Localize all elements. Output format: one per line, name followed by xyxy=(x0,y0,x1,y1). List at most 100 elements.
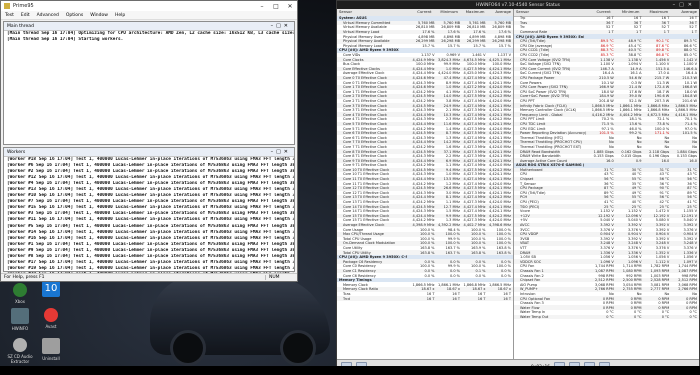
sensor-row[interactable]: CPU Core Power (SVI2 TFN) 166.9 W 21.4 W 17… xyxy=(514,84,699,90)
taskbar[interactable] xyxy=(0,366,700,375)
sensor-row[interactable]: Motherboard 31 °C 30 °C 31 °C 31 °C xyxy=(514,167,699,173)
subwindow-controls[interactable]: –□✕ xyxy=(271,149,294,155)
sensor-row[interactable]: Core 11 T0 Effective Clock 4,424.4 MHz 13.… xyxy=(337,176,513,182)
sensor-row[interactable]: Core 6 T1 Effective Clock 4,424.3 MHz 1.3 … xyxy=(337,135,513,140)
menu-help[interactable]: Help xyxy=(115,13,125,18)
sensor-row[interactable]: CPU EDC Limit 97.1 % 46.0 % 100.0 % 97.0 % xyxy=(514,126,699,131)
prime95-titlebar[interactable]: Prime95 – □ ✕ xyxy=(1,1,297,11)
sensor-row[interactable]: Power Reporting Deviation (Accuracy) 101.… xyxy=(514,130,699,136)
sensor-row[interactable]: Core 15 T0 Effective Clock 4,424.4 MHz 9.9… xyxy=(337,213,513,219)
col-sensor[interactable]: Sensor xyxy=(514,9,584,16)
sensor-row[interactable]: Average Active Core Count 16.0 0.9 16.0 16.0 xyxy=(514,158,699,163)
col-maximum[interactable]: Maximum xyxy=(642,9,671,16)
sensor-row[interactable]: Core 4 T1 Effective Clock 4,424.3 MHz 2.3 … xyxy=(337,117,513,122)
sensor-row[interactable]: +12V 12.192 V 12.096 V 12.192 V 12.191 V xyxy=(514,213,699,219)
sensor-row[interactable]: Core C0 Residency 100.0 % 99.9 % 100.0 % 100… xyxy=(337,264,513,269)
menu-window[interactable]: Window xyxy=(90,13,108,18)
sensor-row[interactable]: Core 9 T0 Effective Clock 4,424.4 MHz 6.9 … xyxy=(337,158,513,163)
sensor-row[interactable]: CPU (PECI) 41 °C 40 °C 42 °C 41 °C xyxy=(514,200,699,205)
col-average[interactable]: Average xyxy=(670,9,699,16)
sensor-row[interactable]: Core 14 T1 Effective Clock 4,424.3 MHz 1.5… xyxy=(337,209,513,214)
sensor-row[interactable]: Chassis Fan 3 0 RPM 0 RPM 0 RPM 0 RPM xyxy=(514,301,699,306)
sensor-row[interactable]: Virtual Memory Available 26,810 MB 26,809 … xyxy=(337,25,513,30)
sensor-row[interactable]: CPU (Tctl/Tdie) 89.5 °C 48.9 °C 90.1 °C 89.3… xyxy=(514,38,699,44)
sensor-row[interactable]: Core C1 Residency 0.0 % 0.0 % 0.1 % 0.0 % xyxy=(337,268,513,274)
sensor-row[interactable]: Core 0 T1 Effective Clock 4,424.3 MHz 8.9 … xyxy=(337,80,513,85)
sensor-row[interactable]: Core+SoC Power (SVI2 TFN) 184.9 W 39.0 W 19… xyxy=(514,94,699,99)
close-icon[interactable]: ✕ xyxy=(283,3,297,10)
desktop-icon-10[interactable]: 10 xyxy=(36,281,66,299)
menu-options[interactable]: Options xyxy=(66,13,83,18)
sensor-row[interactable]: AVCC 3.392 V 3.392 V 3.392 V 3.392 V xyxy=(514,222,699,228)
desktop-icon-cd-audio[interactable]: SZ CD Audio Extractor xyxy=(5,338,35,364)
sensor-row[interactable]: Physical Memory Used 4,898 MB 4,898 MB 4,89… xyxy=(337,34,513,39)
sensor-row[interactable]: Core 3 T1 Effective Clock 4,424.3 MHz 2.1 … xyxy=(337,108,513,113)
sensor-row[interactable]: PCH 56 °C 55 °C 56 °C 56 °C xyxy=(514,195,699,200)
sensor-row[interactable]: Thermal Throttling (HTC) No No No No xyxy=(514,135,699,140)
sensor-row[interactable]: 1.05V SB 1.056 V 1.056 V 1.056 V 1.056 V xyxy=(514,255,699,260)
sensor-row[interactable]: Core 2 T0 Effective Clock 4,424.5 MHz 14.0… xyxy=(337,94,513,99)
sensor-row[interactable]: Trc 52 T 52 T 52 T 52 T xyxy=(514,25,699,30)
maximize-icon[interactable]: □ xyxy=(269,3,283,10)
sensor-row[interactable]: DRAM 1.336 V 1.336 V 1.352 V 1.336 V xyxy=(514,250,699,255)
window-controls[interactable]: –□✕ xyxy=(673,2,696,8)
sensor-row[interactable]: Infinity Fabric Clock (FCLK) 1,866.5 MHz 1… xyxy=(514,103,699,108)
prime95-window[interactable]: Prime95 – □ ✕ Test Edit Advanced Options… xyxy=(0,0,298,282)
sensor-row[interactable]: Core 10 T1 Effective Clock 4,424.3 MHz 1.0… xyxy=(337,172,513,177)
sensor-row[interactable]: Thermal Throttling (PROCHOT CPU) No No No No xyxy=(514,140,699,145)
sensor-row[interactable]: Core 7 T1 Effective Clock 4,424.2 MHz 1.6 … xyxy=(337,145,513,150)
sensor-row[interactable]: W_PUMP+ 2,766 RPM 2,755 RPM 2,777 RPM 2,766 … xyxy=(514,287,699,292)
col-minimum[interactable]: Minimum xyxy=(613,9,642,16)
sensor-row[interactable]: Core 11 T1 Effective Clock 4,424.2 MHz 1.2… xyxy=(337,181,513,186)
workers-window[interactable]: Workers –□✕ [Worker #18 Sep 16 17:04] Te… xyxy=(3,147,295,277)
hwinfo-window[interactable]: HWiNFO64 v7.10-4540 Sensor Status –□✕ Se… xyxy=(336,0,700,375)
sensor-row[interactable]: Chipset 56 °C 55 °C 56 °C 56 °C xyxy=(514,176,699,182)
sensor-row[interactable]: Package C6 Residency 0.0 % 0.0 % 0.0 % 0.0 % xyxy=(337,259,513,265)
sensor-row[interactable]: Core 13 T0 Effective Clock 4,424.4 MHz 8.1… xyxy=(337,195,513,200)
sensor-row[interactable]: CPU PPT 201.8 W 52.1 W 207.3 W 201.6 W xyxy=(514,99,699,104)
sensor-row[interactable]: Average Effective Clock 4,424.4 MHz 4,424.… xyxy=(337,71,513,76)
sensor-row[interactable]: Core Effective Clocks 4,424.4 MHz 1.0 MHz 4… xyxy=(337,66,513,72)
sensor-row[interactable]: CPU CCD1 (Tdie) 88.3 °C 40.5 °C 89.8 °C 88.0… xyxy=(514,48,699,53)
sensor-row[interactable]: Vcore 1.152 V 1.152 V 1.472 V 1.155 V xyxy=(514,209,699,214)
sensor-row[interactable]: Water Temp Out 0 °C 0 °C 0 °C 0 °C xyxy=(514,314,699,320)
sensor-row[interactable]: Core VIDs 1.137 V 0.969 V 1.461 V 1.137 V xyxy=(337,53,513,58)
sensor-row[interactable]: Core 13 T1 Effective Clock 4,424.2 MHz 1.1… xyxy=(337,200,513,205)
col-average[interactable]: Average xyxy=(487,9,514,16)
sensor-row[interactable]: 3VCC 3.376 V 3.376 V 3.392 V 3.376 V xyxy=(514,227,699,232)
sensor-row[interactable]: Frequency Limit - Global 4,416.2 MHz 4,404… xyxy=(514,112,699,118)
sensor-pane-right[interactable]: Trp 16 T 16 T 16 T 16 T Tras 36 T 36 T 36 T 36 TT… xyxy=(514,16,699,361)
sensor-row[interactable]: DRAM Read Bandwidth 1.885 Gbps 0.162 Gbps 2… xyxy=(514,149,699,154)
sensor-row[interactable]: CPU Die (average) 86.9 °C 45.4 °C 87.6 °C 86… xyxy=(514,44,699,49)
sensor-row[interactable]: AIO Pump 3,068 RPM 3,054 RPM 3,081 RPM 3,068… xyxy=(514,282,699,287)
sensor-row[interactable]: Core C6 Residency 0.0 % 0.0 % 0.0 % 0.0 % xyxy=(337,273,513,278)
main-thread-titlebar[interactable]: Main thread –□✕ xyxy=(4,22,294,31)
sensor-row[interactable]: Memory Clock Ratio 18.67 x 18.67 x 18.67 x 1… xyxy=(337,287,513,292)
sensor-row[interactable]: Water Temp In 0 °C 0 °C 0 °C 0 °C xyxy=(514,310,699,315)
sensor-row[interactable]: CPU Package Power 210.5 W 54.6 W 215.7 W 210… xyxy=(514,75,699,81)
col-sensor[interactable]: Sensor xyxy=(337,9,407,16)
sensor-row[interactable]: SoC Current (SVI2 TFN) 16.4 A 16.1 A 17.0 A… xyxy=(514,71,699,76)
sensor-row[interactable]: Total CPU Usage 100.0 % 99.9 % 100.0 % 100.0… xyxy=(337,237,513,242)
sensor-row[interactable]: Core 8 T0 Effective Clock 4,424.5 MHz 37.1… xyxy=(337,149,513,154)
sensor-row[interactable]: Core 9 T1 Effective Clock 4,424.2 MHz 1.1 … xyxy=(337,163,513,168)
sensor-row[interactable]: Bus Clock 100.0 MHz 99.9 MHz 100.0 MHz 100.0… xyxy=(337,62,513,67)
sensor-row[interactable]: Virtual Memory Load 17.6 % 17.6 % 17.6 % 17.… xyxy=(337,29,513,35)
col-maximum[interactable]: Maximum xyxy=(460,9,487,16)
sensor-row[interactable]: SoC Voltage (SVI2 TFN) 1.100 V 1.094 V 1.10… xyxy=(514,62,699,67)
col-minimum[interactable]: Minimum xyxy=(434,9,461,16)
sensor-row[interactable]: CPU 43 °C 40 °C 43 °C 43 °C xyxy=(514,172,699,177)
sensor-row[interactable]: Virtual Memory Committed 5,760 MB 5,760 MB… xyxy=(337,20,513,26)
sensor-row[interactable]: Max CPU/Thread Usage 100.0 % 100.0 % 100.0 … xyxy=(337,231,513,237)
sensor-row[interactable]: Command Rate 1 T 1 T 1 T 1 T xyxy=(514,29,699,35)
sensor-row[interactable]: Core 1 T0 Effective Clock 4,424.6 MHz 1.0 … xyxy=(337,84,513,90)
sensor-row[interactable]: Core 6 T0 Effective Clock 4,424.5 MHz 8.7 … xyxy=(337,130,513,136)
desktop-icon-hwinfo[interactable]: HWiNFO xyxy=(5,308,35,331)
sensor-row[interactable]: Total CPU Utility 163.8 % 163.7 % 163.8 % 16… xyxy=(337,250,513,255)
sensor-row[interactable]: Chassis Fan 1 1,087 RPM 1,080 RPM 1,093 RPM… xyxy=(514,268,699,274)
sensor-row[interactable]: CPU CCD2 (Tdie) 85.3 °C 38.8 °C 86.8 °C 85.0… xyxy=(514,53,699,58)
sensor-row[interactable]: Memory Controller Clock (UCLK) 1,866.5 MH… xyxy=(514,108,699,113)
menu-edit[interactable]: Edit xyxy=(21,13,30,18)
sensor-row[interactable]: Core 8 T1 Effective Clock 4,424.3 MHz 2.2 … xyxy=(337,154,513,159)
desktop-icon-avast[interactable]: Avast xyxy=(36,308,66,329)
